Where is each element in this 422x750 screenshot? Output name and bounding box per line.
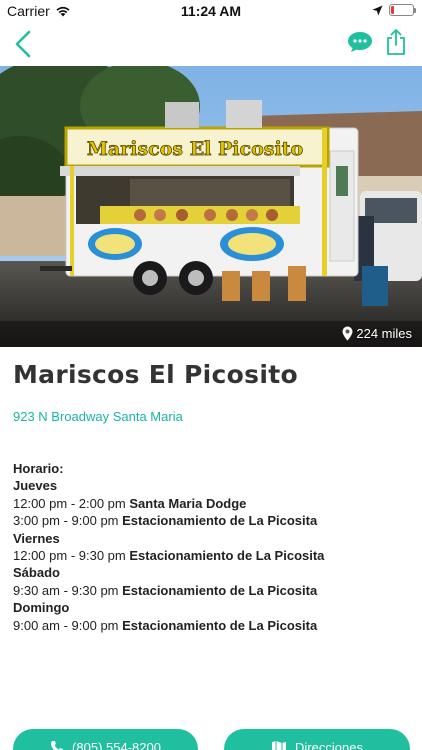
schedule-slot: 9:30 am - 9:30 pm Estacionamiento de La … xyxy=(13,582,413,599)
address-link[interactable]: 923 N Broadway Santa Maria xyxy=(13,409,183,424)
schedule-day: Domingo xyxy=(13,600,70,616)
food-truck-image: Mariscos El Picosito xyxy=(0,66,422,347)
chat-bubble-icon[interactable] xyxy=(347,31,373,53)
map-pin-icon xyxy=(342,326,353,341)
distance-badge: 224 miles xyxy=(342,326,412,341)
phone-icon xyxy=(51,741,64,750)
nav-bar xyxy=(0,22,422,66)
slot-location: Estacionamiento de La Picosita xyxy=(122,582,318,598)
battery-level xyxy=(391,6,395,14)
schedule-label: Horario: xyxy=(13,461,64,476)
schedule-slot: 9:00 am - 9:00 pm Estacionamiento de La … xyxy=(13,617,413,634)
slot-time: 9:00 am - 9:00 pm xyxy=(13,617,119,633)
schedule-day: Jueves xyxy=(13,478,58,494)
slot-time: 12:00 pm - 9:30 pm xyxy=(13,548,126,564)
slot-time: 3:00 pm - 9:00 pm xyxy=(13,513,119,529)
schedule-slot: 3:00 pm - 9:00 pm Estacionamiento de La … xyxy=(13,512,413,529)
schedule-section: Horario: Jueves 12:00 pm - 2:00 pm Santa … xyxy=(13,460,413,634)
back-chevron-icon[interactable] xyxy=(10,28,40,60)
status-bar: Carrier 11:24 AM xyxy=(0,0,422,22)
schedule-day: Sábado xyxy=(13,565,60,581)
slot-location: Estacionamiento de La Picosita xyxy=(122,617,318,633)
food-truck-photo: Mariscos El Picosito 224 miles xyxy=(0,66,422,347)
directions-button-label: Direcciones xyxy=(295,740,363,750)
directions-button[interactable]: Direcciones xyxy=(224,729,410,750)
slot-location: Santa Maria Dodge xyxy=(129,495,247,511)
distance-text: 224 miles xyxy=(356,326,412,341)
schedule-day: Viernes xyxy=(13,530,60,546)
truck-title: Mariscos El Picosito xyxy=(13,360,298,389)
truck-sign-text: Mariscos El Picosito xyxy=(87,138,303,160)
slot-location: Estacionamiento de La Picosita xyxy=(122,513,318,529)
location-arrow-icon xyxy=(372,5,383,15)
map-icon xyxy=(272,741,287,750)
battery-icon xyxy=(389,4,416,16)
schedule-slot: 12:00 pm - 9:30 pm Estacionamiento de La… xyxy=(13,547,413,564)
status-right xyxy=(372,4,416,16)
slot-time: 9:30 am - 9:30 pm xyxy=(13,582,119,598)
slot-time: 12:00 pm - 2:00 pm xyxy=(13,495,126,511)
schedule-slot: 12:00 pm - 2:00 pm Santa Maria Dodge xyxy=(13,495,413,512)
share-icon[interactable] xyxy=(385,28,407,56)
call-button[interactable]: (805) 554-8200 xyxy=(13,729,198,750)
call-button-label: (805) 554-8200 xyxy=(72,740,161,750)
status-time: 11:24 AM xyxy=(180,3,242,19)
slot-location: Estacionamiento de La Picosita xyxy=(129,548,325,564)
